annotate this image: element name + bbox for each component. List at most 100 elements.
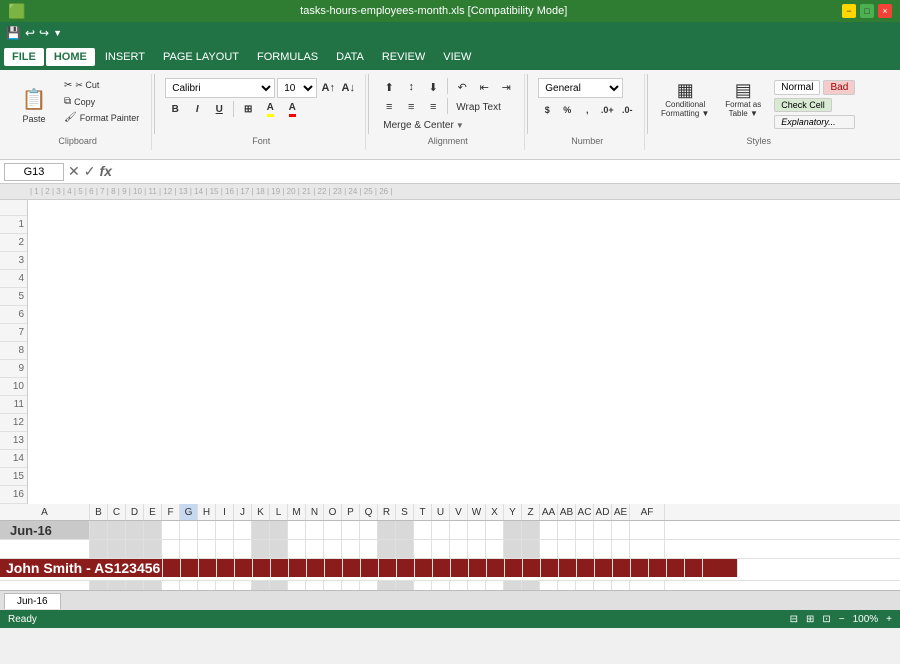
cell-ad1[interactable] — [594, 521, 612, 539]
percent-button[interactable]: % — [558, 101, 576, 119]
decrease-decimal-button[interactable]: .0- — [618, 101, 636, 119]
align-center-button[interactable]: ≡ — [401, 98, 421, 116]
menu-file[interactable]: FILE — [4, 48, 44, 66]
col-r[interactable]: R — [378, 504, 396, 520]
col-u[interactable]: U — [432, 504, 450, 520]
menu-page-layout[interactable]: PAGE LAYOUT — [155, 48, 247, 66]
indent-increase-button[interactable]: ⇥ — [496, 78, 516, 96]
font-color-button[interactable]: A — [282, 100, 302, 118]
col-z[interactable]: Z — [522, 504, 540, 520]
col-ab[interactable]: AB — [558, 504, 576, 520]
cell-j1[interactable] — [234, 521, 252, 539]
underline-button[interactable]: U — [209, 100, 229, 118]
check-cell-button[interactable]: Check Cell — [774, 98, 832, 112]
col-y[interactable]: Y — [504, 504, 522, 520]
comma-button[interactable]: , — [578, 101, 596, 119]
cell-l1[interactable] — [270, 521, 288, 539]
zoom-in-icon[interactable]: + — [886, 614, 892, 625]
increase-decimal-button[interactable]: .0+ — [598, 101, 616, 119]
col-x[interactable]: X — [486, 504, 504, 520]
formula-input[interactable] — [116, 163, 896, 181]
col-c[interactable]: C — [108, 504, 126, 520]
conditional-formatting-button[interactable]: ▦ Conditional Formatting ▼ — [658, 78, 712, 132]
wrap-text-button[interactable]: Wrap Text — [452, 98, 505, 116]
col-s[interactable]: S — [396, 504, 414, 520]
col-ae[interactable]: AE — [612, 504, 630, 520]
employee-title-cell[interactable]: John Smith - AS123456 — [0, 559, 163, 577]
col-d[interactable]: D — [126, 504, 144, 520]
menu-home[interactable]: HOME — [46, 48, 95, 66]
title-cell-jun16[interactable]: Jun-16 — [0, 521, 90, 539]
col-f[interactable]: F — [162, 504, 180, 520]
menu-view[interactable]: VIEW — [435, 48, 479, 66]
col-i[interactable]: I — [216, 504, 234, 520]
sheet-tab-jun16[interactable]: Jun-16 — [4, 593, 61, 609]
col-h[interactable]: H — [198, 504, 216, 520]
save-icon[interactable]: 💾 — [6, 26, 21, 40]
formula-fx-icon[interactable]: fx — [99, 163, 111, 180]
align-bottom-button[interactable]: ⬇ — [423, 78, 443, 96]
col-ac[interactable]: AC — [576, 504, 594, 520]
col-o[interactable]: O — [324, 504, 342, 520]
status-layout-preview[interactable]: ⊡ — [822, 614, 830, 625]
format-painter-button[interactable]: 🖌 Format Painter — [60, 110, 143, 125]
accounting-format-button[interactable]: $ — [538, 101, 556, 119]
cut-button[interactable]: ✂ ✂ Cut — [60, 78, 143, 93]
format-as-table-button[interactable]: ▤ Format as Table ▼ — [716, 78, 770, 132]
col-p[interactable]: P — [342, 504, 360, 520]
align-right-button[interactable]: ≡ — [423, 98, 443, 116]
explanatory-button[interactable]: Explanatory... — [774, 115, 855, 129]
status-layout-normal[interactable]: ⊟ — [790, 614, 798, 625]
cell-h1[interactable] — [198, 521, 216, 539]
font-size-select[interactable]: 10 — [277, 78, 317, 98]
cell-s1[interactable] — [396, 521, 414, 539]
close-button[interactable]: × — [878, 4, 892, 18]
cell-u1[interactable] — [432, 521, 450, 539]
maximize-button[interactable]: □ — [860, 4, 874, 18]
cell-e1[interactable] — [144, 521, 162, 539]
number-format-select[interactable]: General — [538, 78, 623, 98]
cell-t1[interactable] — [414, 521, 432, 539]
increase-font-button[interactable]: A↑ — [319, 79, 337, 97]
cell-q1[interactable] — [360, 521, 378, 539]
merge-center-button[interactable]: Merge & Center ▼ — [379, 118, 468, 133]
col-q[interactable]: Q — [360, 504, 378, 520]
col-m[interactable]: M — [288, 504, 306, 520]
cell-o1[interactable] — [324, 521, 342, 539]
cell-y1[interactable] — [504, 521, 522, 539]
cell-i1[interactable] — [216, 521, 234, 539]
col-l[interactable]: L — [270, 504, 288, 520]
align-middle-button[interactable]: ↕ — [401, 78, 421, 96]
formula-confirm-icon[interactable]: ✓ — [84, 163, 96, 180]
undo-icon[interactable]: ↩ — [25, 26, 35, 40]
minimize-button[interactable]: − — [842, 4, 856, 18]
col-w[interactable]: W — [468, 504, 486, 520]
fill-color-button[interactable]: A — [260, 100, 280, 118]
zoom-out-icon[interactable]: − — [839, 614, 845, 625]
col-b[interactable]: B — [90, 504, 108, 520]
cell-d1[interactable] — [126, 521, 144, 539]
align-left-button[interactable]: ≡ — [379, 98, 399, 116]
menu-formulas[interactable]: FORMULAS — [249, 48, 326, 66]
col-j[interactable]: J — [234, 504, 252, 520]
cell-aa1[interactable] — [540, 521, 558, 539]
cell-n1[interactable] — [306, 521, 324, 539]
redo-icon[interactable]: ↪ — [39, 26, 49, 40]
border-button[interactable]: ⊞ — [238, 100, 258, 118]
cell-z1[interactable] — [522, 521, 540, 539]
cell-b1[interactable] — [90, 521, 108, 539]
indent-decrease-button[interactable]: ⇤ — [474, 78, 494, 96]
cell-ae1[interactable] — [612, 521, 630, 539]
cell-m1[interactable] — [288, 521, 306, 539]
col-a[interactable]: A — [0, 504, 90, 520]
text-direction-button[interactable]: ↶ — [452, 78, 472, 96]
cell-x1[interactable] — [486, 521, 504, 539]
cell-p1[interactable] — [342, 521, 360, 539]
bold-button[interactable]: B — [165, 100, 185, 118]
decrease-font-button[interactable]: A↓ — [339, 79, 357, 97]
status-layout-page[interactable]: ⊞ — [806, 614, 814, 625]
cell-ac1[interactable] — [576, 521, 594, 539]
col-v[interactable]: V — [450, 504, 468, 520]
col-g[interactable]: G — [180, 504, 198, 520]
cell-r1[interactable] — [378, 521, 396, 539]
